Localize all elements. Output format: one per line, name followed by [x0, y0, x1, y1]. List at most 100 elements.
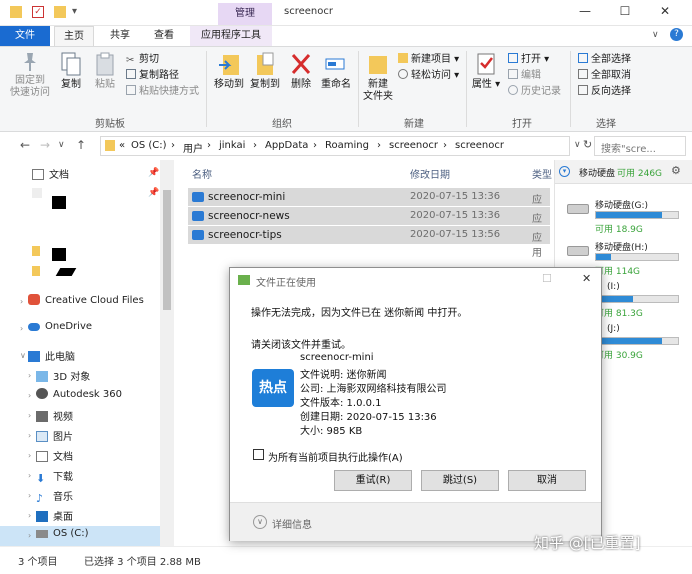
up-arrow-icon[interactable]: ↑ [76, 138, 86, 152]
column-header-type[interactable]: 类型 [532, 166, 552, 181]
expand-chevron-icon[interactable]: › [20, 324, 23, 333]
sidebar-item-music[interactable]: ♪ 音乐 [36, 488, 73, 505]
collapse-chevron-icon[interactable]: ∨ [20, 351, 26, 360]
tab-app-tools[interactable]: 应用程序工具 [190, 26, 272, 46]
breadcrumb-separator[interactable]: › [207, 140, 211, 151]
expand-chevron-icon[interactable]: › [28, 371, 31, 380]
apply-to-all-checkbox[interactable] [253, 449, 264, 460]
breadcrumb-separator[interactable]: › [443, 140, 447, 151]
dialog-maximize-button[interactable]: ☐ [542, 272, 552, 285]
move-to-button[interactable]: 移动到 [212, 51, 246, 91]
properties-button[interactable]: 属性 ▾ [470, 51, 502, 91]
tab-file[interactable]: 文件 [0, 26, 50, 46]
rename-button[interactable]: 重命名 [318, 51, 354, 91]
select-none-button[interactable]: 全部取消 [578, 69, 631, 83]
minimize-button[interactable]: — [578, 4, 592, 18]
refresh-icon[interactable]: ↻ [583, 138, 592, 151]
expand-chevron-icon[interactable]: › [28, 451, 31, 460]
breadcrumb-separator[interactable]: › [253, 140, 257, 151]
close-button[interactable]: ✕ [658, 4, 672, 18]
invert-selection-button[interactable]: 反向选择 [578, 85, 631, 99]
breadcrumb-os-c[interactable]: OS (C:) [131, 140, 167, 151]
breadcrumb-users[interactable]: 用户 [183, 140, 203, 155]
open-button[interactable]: 打开 ▾ [508, 53, 549, 67]
breadcrumb-roaming[interactable]: Roaming [325, 140, 369, 151]
sidebar-item-downloads[interactable]: ⬇ 下载 [36, 468, 73, 485]
new-folder-quick-icon[interactable] [54, 6, 66, 18]
tab-share[interactable]: 共享 [102, 26, 138, 46]
retry-button[interactable]: 重试(R) [334, 470, 412, 491]
scrollbar-thumb[interactable] [163, 190, 171, 310]
expand-chevron-icon[interactable]: › [28, 471, 31, 480]
apply-to-all-label[interactable]: 为所有当前项目执行此操作(A) [268, 449, 403, 464]
expand-chevron-icon[interactable]: › [28, 511, 31, 520]
delete-button[interactable]: 删除 [286, 51, 316, 91]
breadcrumb-separator[interactable]: › [171, 140, 175, 151]
file-row[interactable]: screenocr-news 2020-07-15 13:36 应用 [188, 207, 550, 240]
expand-chevron-icon[interactable]: › [28, 391, 31, 400]
details-toggle[interactable]: 详细信息 [272, 516, 312, 531]
tab-manage[interactable]: 管理 [218, 3, 272, 25]
sidebar-item-os-c[interactable]: OS (C:) [36, 528, 89, 539]
cut-button[interactable]: ✂ 剪切 [126, 53, 159, 67]
copy-button[interactable]: 复制 [56, 51, 86, 91]
breadcrumb-jinkai[interactable]: jinkai [219, 140, 245, 151]
sidebar-item-autodesk[interactable]: Autodesk 360 [36, 388, 122, 400]
sidebar-item-videos[interactable]: 视频 [36, 408, 73, 423]
easy-access-button[interactable]: 轻松访问 ▾ [398, 69, 459, 83]
history-button[interactable]: 历史记录 [508, 85, 561, 99]
expand-chevron-icon[interactable]: › [28, 531, 31, 540]
paste-button[interactable]: 粘贴 [90, 51, 120, 91]
copy-to-button[interactable]: 复制到 [248, 51, 282, 91]
breadcrumb-screenocr[interactable]: screenocr [389, 140, 438, 151]
sidebar-item-documents-pinned[interactable]: 文档 [32, 166, 69, 181]
edit-button[interactable]: 编辑 [508, 69, 541, 83]
sidebar-item-pictures[interactable]: 图片 [36, 428, 73, 443]
recent-locations-chevron-icon[interactable]: ∨ [58, 140, 65, 150]
cancel-button[interactable]: 取消 [508, 470, 586, 491]
column-header-modified[interactable]: 修改日期 [410, 166, 450, 181]
quick-access-dropdown-icon[interactable]: ▾ [72, 6, 84, 18]
pin-quick-access-button[interactable]: 固定到 快速访问 [8, 51, 52, 99]
dialog-close-button[interactable]: ✕ [582, 272, 591, 285]
properties-check-icon[interactable]: ✓ [32, 6, 44, 18]
new-folder-button[interactable]: 新建 文件夹 [360, 51, 396, 103]
expand-chevron-icon[interactable]: › [28, 431, 31, 440]
copy-path-button[interactable]: 复制路径 [126, 69, 179, 83]
sidebar-item-this-pc[interactable]: 此电脑 [28, 348, 75, 363]
expand-chevron-icon[interactable]: › [28, 491, 31, 500]
sidebar-item-documents[interactable]: 文档 [36, 448, 73, 463]
tab-view[interactable]: 查看 [146, 26, 182, 46]
expand-chevron-icon[interactable]: › [28, 411, 31, 420]
breadcrumb-screenocr-current[interactable]: screenocr [455, 140, 504, 151]
column-header-name[interactable]: 名称 [192, 166, 212, 181]
forward-arrow-icon[interactable]: → [40, 138, 50, 152]
file-row[interactable]: screenocr-tips 2020-07-15 13:56 应用 [188, 226, 550, 259]
sidebar-item-3d-objects[interactable]: 3D 对象 [36, 368, 90, 383]
sidebar-item-desktop[interactable]: 桌面 [36, 508, 73, 523]
tab-home[interactable]: 主页 [54, 26, 94, 46]
expand-details-chevron-icon[interactable]: ∨ [253, 515, 267, 529]
ribbon-collapse-icon[interactable]: ∨ [652, 30, 659, 40]
select-all-button[interactable]: 全部选择 [578, 53, 631, 67]
breadcrumb-separator[interactable]: › [377, 140, 381, 151]
breadcrumb-overflow[interactable]: « [119, 140, 125, 151]
address-bar[interactable]: « OS (C:) › 用户 › jinkai › AppData › Roam… [100, 136, 570, 156]
breadcrumb-appdata[interactable]: AppData [265, 140, 308, 151]
settings-gear-icon[interactable]: ⚙ [671, 164, 681, 177]
maximize-button[interactable]: ☐ [618, 4, 632, 18]
file-row[interactable]: screenocr-mini 2020-07-15 13:36 应用 [188, 188, 550, 221]
expand-chevron-icon[interactable]: › [20, 297, 23, 306]
breadcrumb-separator[interactable]: › [313, 140, 317, 151]
sidebar-item-creative-cloud[interactable]: Creative Cloud Files [28, 294, 144, 306]
new-item-button[interactable]: 新建项目 ▾ [398, 53, 459, 67]
address-dropdown-icon[interactable]: ∨ [574, 140, 581, 150]
back-arrow-icon[interactable]: ← [20, 138, 30, 152]
skip-button[interactable]: 跳过(S) [421, 470, 499, 491]
pin-icon[interactable]: 📌 [148, 168, 159, 178]
sidebar-scrollbar[interactable] [160, 160, 174, 546]
help-icon[interactable]: ? [670, 28, 683, 41]
paste-shortcut-button[interactable]: 粘贴快捷方式 [126, 85, 199, 99]
search-input[interactable]: 搜索"scre... [594, 136, 686, 156]
pin-icon[interactable]: 📌 [148, 188, 159, 198]
